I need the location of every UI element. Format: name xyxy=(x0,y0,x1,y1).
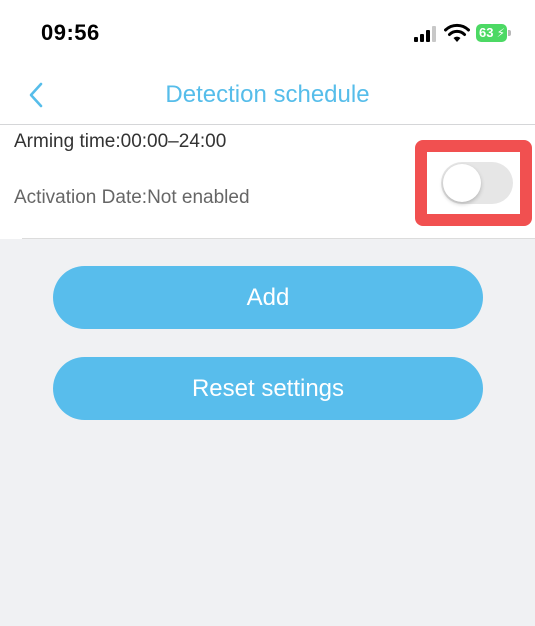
reset-settings-button[interactable]: Reset settings xyxy=(53,357,483,420)
toggle-knob xyxy=(443,164,481,202)
add-button[interactable]: Add xyxy=(53,266,483,329)
card-divider xyxy=(22,238,535,239)
status-time: 09:56 xyxy=(41,20,100,45)
activation-date-label: Activation Date:Not enabled xyxy=(14,187,250,208)
schedule-toggle[interactable] xyxy=(441,162,513,204)
battery-charging-icon: 63 ⚡ xyxy=(476,24,512,42)
battery-level: 63 xyxy=(479,25,494,40)
arming-time-label: Arming time:00:00–24:00 xyxy=(14,131,227,152)
page-title: Detection schedule xyxy=(165,81,370,108)
cellular-signal-icon xyxy=(414,26,436,42)
battery-cap xyxy=(508,30,511,36)
bolt-icon: ⚡ xyxy=(496,26,505,40)
wifi-icon xyxy=(444,23,470,42)
